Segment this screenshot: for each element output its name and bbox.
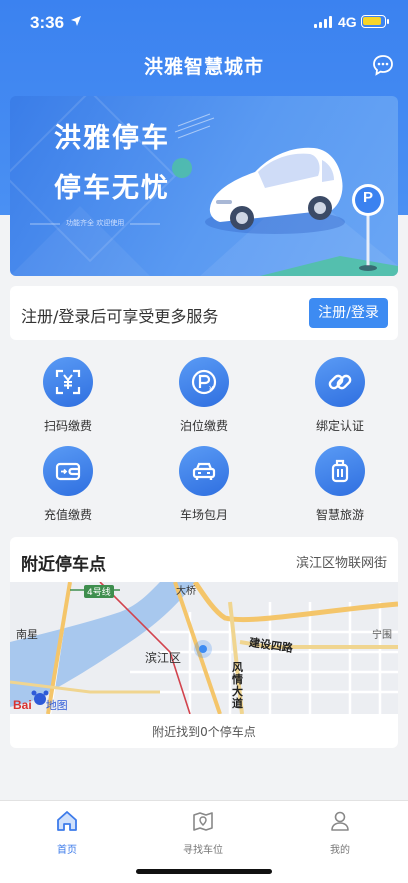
banner-subtitle: 停车无忧 bbox=[54, 173, 170, 204]
service-label: 智慧旅游 bbox=[315, 508, 364, 522]
service-label: 充值缴费 bbox=[43, 508, 92, 522]
svg-text:¥: ¥ bbox=[209, 385, 214, 393]
service-bind-auth[interactable]: 绑定认证 bbox=[290, 357, 390, 434]
location-arrow-icon bbox=[71, 16, 81, 26]
tab-find-parking[interactable]: 寻找车位 bbox=[163, 809, 243, 856]
battery-icon bbox=[361, 15, 389, 28]
map-label-metro: 4号线 bbox=[84, 585, 114, 598]
service-recharge[interactable]: 充值缴费 bbox=[18, 446, 118, 523]
car-icon bbox=[179, 446, 229, 496]
map-label-east: 宁围 bbox=[372, 630, 392, 641]
tab-profile[interactable]: 我的 bbox=[300, 809, 380, 856]
status-bar: 3:36 4G bbox=[0, 0, 408, 44]
wallet-icon bbox=[43, 446, 93, 496]
page-title: 洪雅智慧城市 bbox=[143, 56, 264, 78]
login-prompt-text: 注册/登录后可享受更多服务 bbox=[21, 307, 219, 326]
parking-yuan-icon: ¥ bbox=[179, 357, 229, 407]
nearby-result-text: 附近找到0个停车点 bbox=[152, 725, 256, 739]
service-label: 绑定认证 bbox=[315, 419, 364, 433]
service-berth-pay[interactable]: ¥ 泊位缴费 bbox=[154, 357, 254, 434]
network-type: 4G bbox=[338, 14, 357, 30]
tab-label: 寻找车位 bbox=[183, 845, 223, 856]
map-label-avenue: 风情大道 bbox=[232, 661, 243, 710]
link-icon bbox=[315, 357, 365, 407]
tab-home[interactable]: 首页 bbox=[27, 809, 107, 856]
home-indicator bbox=[136, 869, 272, 874]
banner-title: 洪雅停车 bbox=[54, 123, 170, 154]
user-icon bbox=[331, 811, 349, 831]
map-provider-logo: Bai 地图 bbox=[13, 697, 68, 713]
login-prompt-card: 注册/登录后可享受更多服务 注册/登录 bbox=[10, 286, 398, 340]
home-icon bbox=[57, 811, 77, 831]
tab-label: 我的 bbox=[330, 845, 350, 856]
nearby-parking-card: 附近停车点 滨江区物联网街 滨江区 建设四路 风情大道 南星 宁围 4号线 大桥… bbox=[10, 537, 398, 748]
map-label-district: 滨江区 bbox=[145, 651, 182, 665]
luggage-icon bbox=[315, 446, 365, 496]
nearby-title: 附近停车点 bbox=[21, 555, 106, 575]
map-label-bridge: 大桥 bbox=[176, 586, 196, 597]
service-smart-travel[interactable]: 智慧旅游 bbox=[290, 446, 390, 523]
parking-sign-letter: P bbox=[362, 189, 373, 206]
scan-yuan-icon bbox=[43, 357, 93, 407]
service-label: 车场包月 bbox=[179, 508, 228, 522]
signal-icon bbox=[314, 16, 332, 28]
map-logo-text: Bai bbox=[13, 698, 32, 712]
status-time: 3:36 bbox=[30, 13, 65, 32]
map-label-west: 南星 bbox=[16, 628, 38, 641]
map-view[interactable]: 滨江区 建设四路 风情大道 南星 宁围 4号线 大桥 Bai 地图 bbox=[10, 580, 398, 715]
banner-tagline: 功能齐全 欢迎使用 bbox=[66, 219, 125, 227]
chat-bubble-icon[interactable] bbox=[372, 54, 394, 76]
service-label: 扫码缴费 bbox=[43, 419, 92, 433]
nearby-location[interactable]: 滨江区物联网街 bbox=[296, 552, 387, 571]
register-login-button[interactable]: 注册/登录 bbox=[309, 298, 388, 328]
promo-banner[interactable]: P 洪雅停车 停车无忧 功能齐全 欢迎使用 bbox=[10, 96, 398, 276]
service-monthly[interactable]: 车场包月 bbox=[154, 446, 254, 523]
tab-label: 首页 bbox=[57, 845, 77, 856]
map-canvas bbox=[10, 580, 398, 715]
map-pin-icon bbox=[193, 812, 213, 831]
map-logo-suffix: 地图 bbox=[45, 699, 68, 712]
service-scan-pay[interactable]: 扫码缴费 bbox=[18, 357, 118, 434]
service-label: 泊位缴费 bbox=[179, 419, 228, 433]
